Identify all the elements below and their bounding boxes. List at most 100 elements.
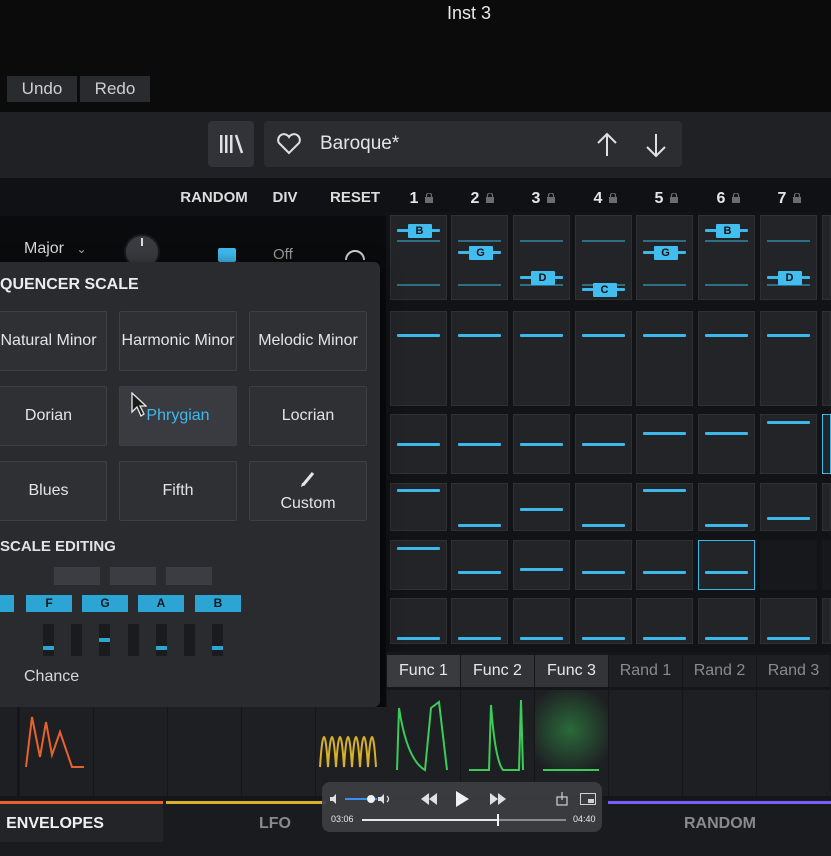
note-key-f[interactable]: F <box>26 595 72 612</box>
step-cell[interactable] <box>822 540 831 590</box>
chance-slider[interactable] <box>156 624 167 656</box>
step-cell[interactable] <box>760 540 817 590</box>
step-cell[interactable] <box>513 483 570 531</box>
lock-icon[interactable] <box>486 193 494 203</box>
step-cell[interactable]: G <box>451 215 508 300</box>
step-cell[interactable] <box>822 414 831 474</box>
tab-lfo[interactable]: LFO <box>240 806 310 842</box>
scale-natural-minor-button[interactable]: Natural Minor <box>0 311 107 371</box>
volume-knob[interactable] <box>367 795 375 803</box>
reset-label[interactable]: RESET <box>328 186 382 210</box>
step-cell[interactable] <box>513 414 570 474</box>
tab-func-3[interactable]: Func 3 <box>535 655 608 687</box>
share-icon[interactable] <box>556 792 568 806</box>
step-cell[interactable] <box>822 598 831 644</box>
step-cell[interactable] <box>390 414 447 474</box>
step-cell[interactable] <box>822 215 831 300</box>
scale-melodic-minor-button[interactable]: Melodic Minor <box>249 311 367 371</box>
chance-slider[interactable] <box>128 624 139 656</box>
chance-slider[interactable] <box>71 624 82 656</box>
lock-icon[interactable] <box>732 193 740 203</box>
volume-high-icon[interactable] <box>378 794 394 804</box>
chance-slider[interactable] <box>184 624 195 656</box>
step-cell[interactable] <box>698 311 755 406</box>
step-cell[interactable]: D <box>760 215 817 300</box>
tab-rand-3[interactable]: Rand 3 <box>757 655 830 687</box>
step-cell[interactable] <box>513 311 570 406</box>
step-cell[interactable] <box>698 483 755 531</box>
func-3-tile[interactable] <box>535 690 608 796</box>
envelope-tile[interactable] <box>0 707 17 796</box>
step-cell[interactable] <box>575 483 632 531</box>
step-cell[interactable] <box>451 598 508 644</box>
playback-progress[interactable] <box>362 814 566 826</box>
step-cell[interactable] <box>390 540 447 590</box>
redo-button[interactable]: Redo <box>80 76 150 102</box>
div-label[interactable]: DIV <box>266 186 304 210</box>
note-key-b[interactable]: B <box>195 595 241 612</box>
lfo-tile[interactable] <box>242 707 315 796</box>
arrow-down-icon[interactable] <box>643 131 669 159</box>
scale-harmonic-minor-button[interactable]: Harmonic Minor <box>119 311 237 371</box>
playhead[interactable] <box>496 814 499 826</box>
chance-slider[interactable] <box>99 624 110 656</box>
chance-slider[interactable] <box>43 624 54 656</box>
step-cell[interactable] <box>822 483 831 531</box>
step-cell[interactable] <box>822 311 831 406</box>
step-cell[interactable]: C <box>575 215 632 300</box>
step-cell[interactable] <box>575 311 632 406</box>
step-cell[interactable] <box>636 311 693 406</box>
play-icon[interactable] <box>454 789 470 809</box>
tab-rand-2[interactable]: Rand 2 <box>683 655 756 687</box>
lfo-tile[interactable] <box>168 707 241 796</box>
scale-slot[interactable] <box>54 567 100 585</box>
rewind-icon[interactable] <box>419 791 439 807</box>
step-cell[interactable] <box>698 414 755 474</box>
fast-forward-icon[interactable] <box>488 791 508 807</box>
random-label[interactable]: RANDOM <box>178 186 250 210</box>
step-cell[interactable]: B <box>390 215 447 300</box>
step-cell[interactable] <box>636 414 693 474</box>
step-cell[interactable] <box>698 598 755 644</box>
reset-icon[interactable] <box>342 244 368 262</box>
scale-locrian-button[interactable]: Locrian <box>249 386 367 446</box>
scale-slot[interactable] <box>166 567 212 585</box>
lock-icon[interactable] <box>670 193 678 203</box>
lock-icon[interactable] <box>609 193 617 203</box>
step-cell[interactable] <box>760 483 817 531</box>
step-cell[interactable] <box>575 414 632 474</box>
step-cell[interactable] <box>390 483 447 531</box>
heart-icon[interactable] <box>276 132 302 156</box>
tab-random[interactable]: RANDOM <box>660 806 780 842</box>
tab-rand-1[interactable]: Rand 1 <box>609 655 682 687</box>
step-cell[interactable] <box>451 540 508 590</box>
rand-3-tile[interactable] <box>757 690 830 796</box>
step-cell[interactable] <box>636 540 693 590</box>
step-cell[interactable] <box>760 414 817 474</box>
func-2-tile[interactable] <box>461 690 534 796</box>
tab-func-1[interactable]: Func 1 <box>387 655 460 687</box>
scale-blues-button[interactable]: Blues <box>0 461 107 521</box>
step-cell[interactable] <box>451 311 508 406</box>
scale-fifth-button[interactable]: Fifth <box>119 461 237 521</box>
step-cell[interactable] <box>636 598 693 644</box>
chance-slider[interactable] <box>212 624 223 656</box>
rand-2-tile[interactable] <box>683 690 756 796</box>
dice-icon[interactable] <box>218 248 236 262</box>
undo-button[interactable]: Undo <box>7 76 77 102</box>
envelope-tile[interactable] <box>94 707 167 796</box>
lock-icon[interactable] <box>425 193 433 203</box>
step-cell[interactable]: B <box>698 215 755 300</box>
note-key-g[interactable]: G <box>82 595 128 612</box>
step-cell[interactable] <box>698 540 755 590</box>
step-cell[interactable]: G <box>636 215 693 300</box>
lock-icon[interactable] <box>547 193 555 203</box>
step-cell[interactable]: D <box>513 215 570 300</box>
step-cell[interactable] <box>513 598 570 644</box>
volume-low-icon[interactable] <box>330 794 342 804</box>
preset-name[interactable]: Baroque* <box>320 121 399 167</box>
lock-icon[interactable] <box>793 193 801 203</box>
arrow-up-icon[interactable] <box>594 131 620 159</box>
tab-func-2[interactable]: Func 2 <box>461 655 534 687</box>
div-value[interactable]: Off <box>273 246 293 263</box>
